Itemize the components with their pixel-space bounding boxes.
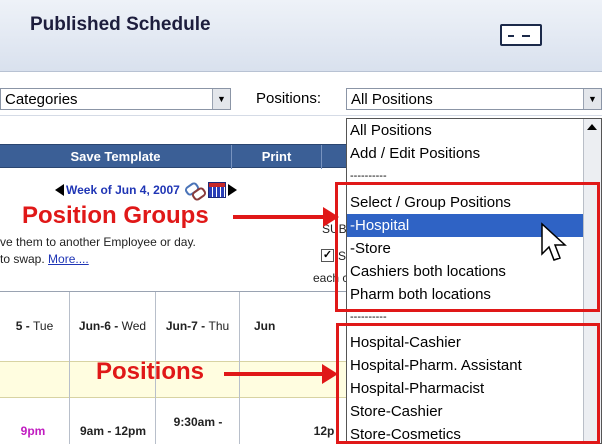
positions-value: All Positions (351, 91, 433, 108)
positions-select[interactable]: All Positions ▼ (346, 88, 602, 110)
arrow-right-icon (233, 207, 339, 227)
positions-annotation: Positions (96, 358, 205, 385)
column-header[interactable]: Jun-7 - Thu (156, 292, 239, 360)
arrow-right-icon (224, 364, 338, 384)
checkbox[interactable]: ✓ (321, 249, 334, 262)
grid-column: 5 - Tue (0, 292, 70, 444)
link-icon[interactable] (184, 181, 206, 199)
dropdown-option[interactable]: Add / Edit Positions (347, 142, 583, 165)
hint-text: ve them to another Employee or day. to s… (0, 234, 196, 268)
hint-line-2: to swap. (0, 252, 45, 266)
save-template-button[interactable]: Save Template (0, 145, 232, 169)
calendar-icon[interactable] (207, 182, 226, 198)
categories-value: Categories (5, 91, 78, 108)
more-link[interactable]: More.... (48, 252, 89, 266)
window-icon[interactable] (500, 24, 542, 46)
toolbar: Save Template Print (0, 144, 346, 169)
positions-highlight-box (336, 323, 600, 444)
week-nav: Week of Jun 4, 2007 (55, 175, 237, 205)
week-link[interactable]: Week of Jun 4, 2007 (66, 183, 180, 197)
mouse-cursor-icon (541, 222, 567, 261)
hint-line-1: ve them to another Employee or day. (0, 235, 196, 249)
column-header[interactable]: Jun-6 - Wed (70, 292, 155, 360)
position-groups-annotation: Position Groups (22, 202, 209, 229)
categories-select[interactable]: Categories ▼ (0, 88, 231, 110)
shift-cell[interactable]: 9:30am - (156, 415, 240, 429)
shift-cell[interactable]: 9am - 12pm (72, 424, 154, 438)
shift-cell[interactable]: 9pm (6, 424, 60, 438)
scroll-up-icon[interactable] (587, 124, 597, 130)
chevron-down-icon[interactable]: ▼ (583, 89, 601, 109)
page-title: Published Schedule (30, 14, 211, 35)
column-header[interactable]: Jun (240, 292, 346, 360)
previous-week-icon[interactable] (55, 184, 64, 196)
filter-row: Categories ▼ Positions: All Positions ▼ (0, 82, 602, 116)
chevron-down-icon[interactable]: ▼ (212, 89, 230, 109)
print-button[interactable]: Print (232, 145, 322, 169)
column-header[interactable]: 5 - Tue (0, 292, 69, 360)
header-bar: Published Schedule (0, 0, 602, 72)
positions-label: Positions: (256, 90, 322, 107)
next-week-icon[interactable] (227, 184, 237, 196)
dropdown-option[interactable]: All Positions (347, 119, 583, 142)
